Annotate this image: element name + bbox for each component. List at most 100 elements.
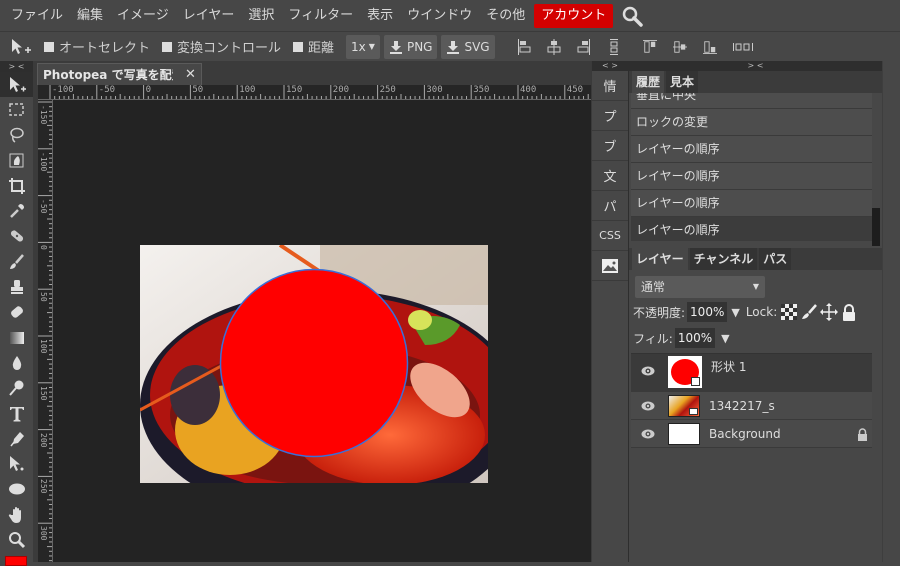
tool-stamp[interactable] xyxy=(0,274,33,299)
menu-view[interactable]: 表示 xyxy=(360,4,400,28)
ruler-label: -150 xyxy=(39,105,48,125)
scale-dropdown[interactable]: 1x ▼ xyxy=(346,34,380,59)
image-panel-button[interactable] xyxy=(592,251,628,281)
history-item[interactable]: レイヤーの順序 xyxy=(631,190,872,217)
checkbox-box[interactable] xyxy=(162,41,173,52)
distribute-h-icon[interactable] xyxy=(732,39,753,55)
fill-input[interactable]: 100% xyxy=(674,328,716,348)
transform-controls-label: 変換コントロール xyxy=(177,41,282,56)
tool-eraser[interactable] xyxy=(0,300,33,325)
fill-dropdown-icon[interactable]: ▼ xyxy=(721,332,729,345)
lock-pixels-icon[interactable] xyxy=(801,304,818,320)
transform-controls-checkbox[interactable]: 変換コントロール xyxy=(162,37,281,56)
tool-path-select[interactable] xyxy=(0,451,33,476)
menu-file[interactable]: ファイル xyxy=(4,4,70,28)
brush-panel-button[interactable]: ブ xyxy=(592,131,628,161)
layers-panel: レイヤー チャンネル パス 通常 ▼ 不透明度: 100% ▼ Lock: フィ… xyxy=(629,248,882,448)
menu-edit[interactable]: 編集 xyxy=(70,4,110,28)
paragraph-panel-button[interactable]: パ xyxy=(592,191,628,221)
distances-checkbox[interactable]: 距離 xyxy=(293,37,334,56)
align-bottom-icon[interactable] xyxy=(702,39,717,55)
layer-lock-icon[interactable] xyxy=(857,428,868,441)
tab-layers[interactable]: レイヤー xyxy=(632,248,688,270)
foreground-color-swatch[interactable] xyxy=(5,556,27,566)
history-item-current[interactable]: レイヤーの順序 xyxy=(631,217,872,241)
auto-select-checkbox[interactable]: オートセレクト xyxy=(44,37,150,56)
lock-position-icon[interactable] xyxy=(820,303,839,321)
document-tab[interactable]: Photopea で写真を配置 ✕ xyxy=(37,63,202,85)
tool-type[interactable] xyxy=(0,401,33,426)
auto-select-label: オートセレクト xyxy=(59,41,151,56)
tool-ellipse[interactable] xyxy=(0,477,33,502)
tool-brush[interactable] xyxy=(0,249,33,274)
export-svg-button[interactable]: SVG xyxy=(441,34,495,59)
lock-all-icon[interactable] xyxy=(842,303,856,321)
layer-row-background[interactable]: Background xyxy=(631,420,872,448)
history-scrollbar[interactable] xyxy=(872,208,880,246)
history-item[interactable]: レイヤーの順序 xyxy=(631,136,872,163)
history-item[interactable]: ロックの変更 xyxy=(631,109,872,136)
blend-mode-value: 通常 xyxy=(641,280,666,294)
toolbar-collapse-button[interactable]: > < xyxy=(0,61,33,72)
tab-swatches[interactable]: 見本 xyxy=(666,71,699,93)
export-png-button[interactable]: PNG xyxy=(383,34,438,59)
move-tool-icon xyxy=(9,76,26,92)
search-icon[interactable] xyxy=(621,5,643,27)
red-circle-shape[interactable] xyxy=(219,268,409,458)
mini-panel-collapse[interactable]: < > xyxy=(592,61,628,71)
tool-dodge[interactable] xyxy=(0,376,33,401)
path-select-icon xyxy=(9,456,23,472)
align-top-icon[interactable] xyxy=(642,39,657,55)
align-center-h-icon[interactable] xyxy=(547,38,561,55)
tab-channels[interactable]: チャンネル xyxy=(689,248,758,270)
blend-mode-select[interactable]: 通常 ▼ xyxy=(635,276,765,298)
menu-filter[interactable]: フィルター xyxy=(281,4,360,28)
right-panel-collapse[interactable]: > < xyxy=(629,61,882,71)
info-panel-button[interactable]: 情 xyxy=(592,71,628,101)
tool-move[interactable] xyxy=(0,72,33,98)
tool-gradient[interactable] xyxy=(0,325,33,350)
menu-image[interactable]: イメージ xyxy=(110,4,176,28)
close-tab-icon[interactable]: ✕ xyxy=(185,67,196,82)
menu-select[interactable]: 選択 xyxy=(241,4,281,28)
tool-quick-select[interactable] xyxy=(0,148,33,173)
tool-eyedropper[interactable] xyxy=(0,198,33,223)
tool-crop[interactable] xyxy=(0,173,33,198)
tab-paths[interactable]: パス xyxy=(759,248,792,270)
properties-panel-button[interactable]: プ xyxy=(592,101,628,131)
tool-healing[interactable] xyxy=(0,224,33,249)
tool-blur[interactable] xyxy=(0,350,33,375)
layer-row-shape[interactable]: 形状 1 xyxy=(631,354,872,392)
align-left-icon[interactable] xyxy=(517,38,531,55)
document-image[interactable] xyxy=(140,245,488,483)
menu-window[interactable]: ウインドウ xyxy=(400,4,479,28)
history-item[interactable]: レイヤーの順序 xyxy=(631,163,872,190)
visibility-eye-icon[interactable] xyxy=(641,366,655,376)
tool-zoom[interactable] xyxy=(0,527,33,552)
lock-transparency-icon[interactable] xyxy=(781,304,798,320)
character-panel-button[interactable]: 文 xyxy=(592,161,628,191)
align-middle-v-icon[interactable] xyxy=(672,39,687,55)
align-right-icon[interactable] xyxy=(577,38,591,55)
menu-layer[interactable]: レイヤー xyxy=(176,4,242,28)
tool-marquee[interactable] xyxy=(0,97,33,122)
visibility-eye-icon[interactable] xyxy=(641,429,655,439)
layers-tabs: レイヤー チャンネル パス xyxy=(629,248,882,270)
tab-history[interactable]: 履歴 xyxy=(632,71,665,93)
opacity-input[interactable]: 100% xyxy=(687,302,728,322)
tool-hand[interactable] xyxy=(0,502,33,527)
history-item[interactable]: 垂直に中央 xyxy=(631,93,872,109)
css-panel-button[interactable]: CSS xyxy=(592,221,628,251)
visibility-eye-icon[interactable] xyxy=(641,401,655,411)
marquee-icon xyxy=(8,103,24,116)
tool-lasso[interactable] xyxy=(0,123,33,148)
account-button[interactable]: アカウント xyxy=(534,3,614,28)
checkbox-box[interactable] xyxy=(293,41,304,52)
menu-more[interactable]: その他 xyxy=(479,4,532,28)
tool-pen[interactable] xyxy=(0,426,33,451)
opacity-dropdown-icon[interactable]: ▼ xyxy=(731,306,739,319)
fill-label: フィル: xyxy=(633,331,673,346)
distribute-v-icon[interactable] xyxy=(607,38,621,55)
layer-row-photo[interactable]: 1342217_s xyxy=(631,392,872,420)
checkbox-box[interactable] xyxy=(44,41,54,52)
